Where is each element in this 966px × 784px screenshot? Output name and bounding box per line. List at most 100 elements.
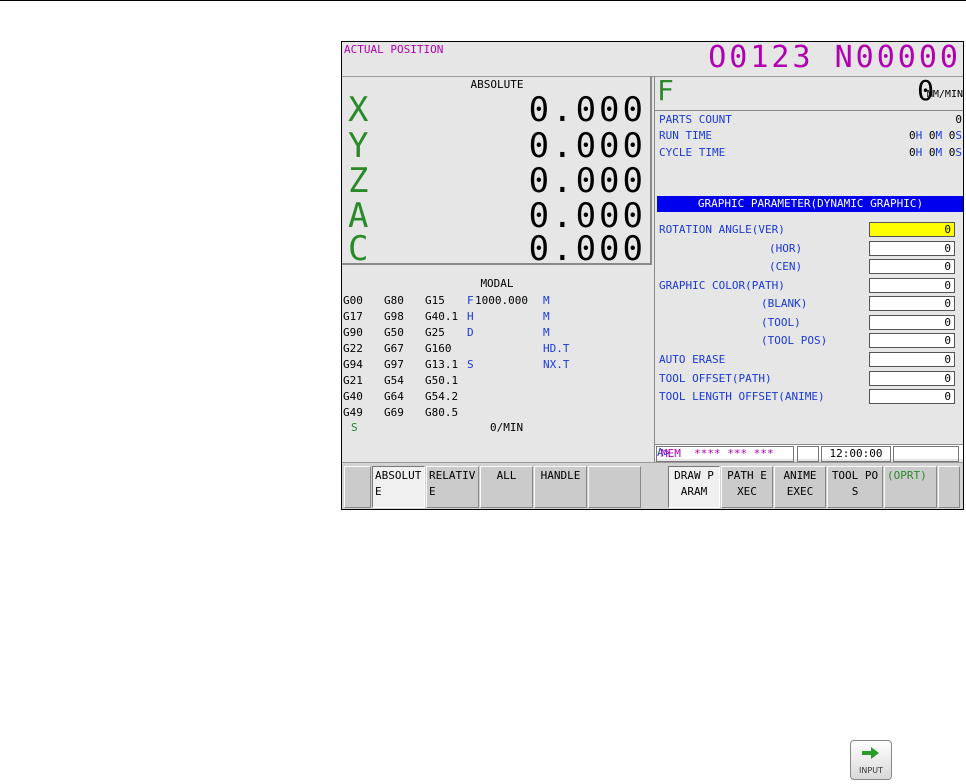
param-input-color-tool-pos[interactable]: 0 bbox=[869, 333, 955, 348]
axis-row-c: C 0.000 bbox=[342, 229, 648, 269]
param-input-tool-offset-path[interactable]: 0 bbox=[869, 371, 955, 386]
feed-unit: MM/MIN bbox=[926, 89, 963, 100]
modal-code: G40 bbox=[343, 390, 363, 403]
modal-code: G80 bbox=[384, 294, 404, 307]
status-stars: **** *** *** bbox=[694, 447, 774, 460]
modal-title: MODAL bbox=[480, 277, 514, 290]
mode-label: MEM bbox=[661, 447, 681, 460]
modal-address: M bbox=[543, 326, 550, 339]
modal-address: H bbox=[467, 310, 474, 323]
modal-code: G50.1 bbox=[425, 374, 459, 387]
run-time-value: 0H 0M 0S bbox=[909, 129, 962, 142]
modal-address: F bbox=[467, 294, 474, 307]
modal-code: G22 bbox=[343, 342, 363, 355]
modal-code: G90 bbox=[343, 326, 363, 339]
softkey-blank[interactable] bbox=[588, 466, 641, 508]
param-label: (CEN) bbox=[769, 260, 803, 273]
param-label: ROTATION ANGLE(VER) bbox=[659, 223, 785, 236]
run-time-label: RUN TIME bbox=[659, 129, 712, 142]
modal-code: G54 bbox=[384, 374, 404, 387]
modal-code: G67 bbox=[384, 342, 404, 355]
spindle-speed: 0/MIN bbox=[490, 421, 524, 434]
param-input-rotation-ver[interactable]: 0 bbox=[869, 222, 955, 237]
parts-count-label: PARTS COUNT bbox=[659, 113, 732, 126]
feed-value: 1000.000 bbox=[475, 294, 528, 307]
softkey-absolute[interactable]: ABSOLUTE bbox=[372, 466, 425, 508]
right-panel: F 0 MM/MIN PARTS COUNT 0 RUN TIME 0H 0M … bbox=[654, 74, 963, 462]
graphic-parameter-title: GRAPHIC PARAMETER(DYNAMIC GRAPHIC) bbox=[657, 196, 963, 212]
axis-value: 0.000 bbox=[528, 229, 646, 269]
param-label: TOOL LENGTH OFFSET(ANIME) bbox=[659, 390, 825, 403]
modal-code: G25 bbox=[425, 326, 445, 339]
modal-code: G50 bbox=[384, 326, 404, 339]
modal-code: G15 bbox=[425, 294, 445, 307]
modal-address: NX.T bbox=[543, 358, 570, 371]
screen-header: ACTUAL POSITION O0123 N00000 bbox=[342, 42, 963, 77]
modal-code: G160 bbox=[425, 342, 452, 355]
param-label: (BLANK) bbox=[761, 297, 808, 310]
soft-key-bar: ABSOLUTE RELATIVE ALL HANDLE DRAW PARAM … bbox=[342, 462, 963, 509]
softkey-return[interactable] bbox=[344, 466, 371, 508]
modal-code: G69 bbox=[384, 406, 404, 419]
arrow-right-icon bbox=[862, 747, 879, 759]
cycle-time-value: 0H 0M 0S bbox=[909, 146, 962, 159]
param-label: TOOL OFFSET(PATH) bbox=[659, 372, 772, 385]
status-bar: MEM **** *** *** 12:00:00 bbox=[654, 443, 963, 463]
modal-address: HD.T bbox=[543, 342, 570, 355]
modal-code: G64 bbox=[384, 390, 404, 403]
softkey-next[interactable] bbox=[938, 466, 960, 508]
modal-code: G17 bbox=[343, 310, 363, 323]
softkey-all[interactable]: ALL bbox=[480, 466, 533, 508]
clock: 12:00:00 bbox=[821, 446, 891, 462]
spindle-label: S bbox=[351, 421, 358, 434]
modal-code: G97 bbox=[384, 358, 404, 371]
divider bbox=[655, 110, 963, 111]
param-input-color-tool[interactable]: 0 bbox=[869, 315, 955, 330]
absolute-position-panel: ABSOLUTE X 0.000 Y 0.000 Z 0.000 A 0.000… bbox=[342, 76, 652, 269]
param-input-tool-length-offset[interactable]: 0 bbox=[869, 389, 955, 404]
parts-count-value: 0 bbox=[955, 113, 962, 126]
feed-label: F bbox=[657, 74, 674, 107]
status-cell bbox=[797, 446, 819, 462]
modal-address: M bbox=[543, 310, 550, 323]
input-key-button[interactable]: INPUT bbox=[850, 740, 892, 780]
softkey-anime-exec[interactable]: ANIME EXEC bbox=[774, 466, 826, 508]
modal-address: M bbox=[543, 294, 550, 307]
cnc-screen: ACTUAL POSITION O0123 N00000 ABSOLUTE X … bbox=[341, 41, 964, 510]
softkey-tool-pos[interactable]: TOOL POS bbox=[827, 466, 883, 508]
modal-code: G80.5 bbox=[425, 406, 459, 419]
param-label: (TOOL) bbox=[761, 316, 801, 329]
modal-code: G98 bbox=[384, 310, 404, 323]
modal-code: G13.1 bbox=[425, 358, 459, 371]
param-label: (TOOL POS) bbox=[761, 334, 828, 347]
softkey-handle[interactable]: HANDLE bbox=[534, 466, 587, 508]
modal-address: S bbox=[467, 358, 474, 371]
modal-code: G21 bbox=[343, 374, 363, 387]
modal-code: G40.1 bbox=[425, 310, 459, 323]
param-input-auto-erase[interactable]: 0 bbox=[869, 352, 955, 367]
axis-name: C bbox=[348, 229, 369, 269]
param-input-color-path[interactable]: 0 bbox=[869, 278, 955, 293]
modal-panel: MODAL G00 G80 G15 F 1000.000 M G17 G98 G… bbox=[342, 267, 652, 462]
param-input-rotation-cen[interactable]: 0 bbox=[869, 259, 955, 274]
program-number: O0123 N00000 bbox=[708, 41, 961, 75]
modal-code: G94 bbox=[343, 358, 363, 371]
param-input-color-blank[interactable]: 0 bbox=[869, 296, 955, 311]
screen-title: ACTUAL POSITION bbox=[344, 43, 444, 56]
softkey-oprt[interactable]: (OPRT) bbox=[884, 466, 937, 508]
modal-code: G49 bbox=[343, 406, 363, 419]
modal-code: G00 bbox=[343, 294, 363, 307]
param-label: GRAPHIC COLOR(PATH) bbox=[659, 279, 785, 292]
cycle-time-label: CYCLE TIME bbox=[659, 146, 726, 159]
status-cell bbox=[893, 446, 959, 462]
param-input-rotation-hor[interactable]: 0 bbox=[869, 241, 955, 256]
softkey-relative[interactable]: RELATIVE bbox=[426, 466, 479, 508]
param-label: (HOR) bbox=[769, 242, 803, 255]
mode-status: MEM **** *** *** bbox=[656, 446, 794, 462]
softkey-draw-param[interactable]: DRAW PARAM bbox=[668, 466, 720, 508]
modal-address: D bbox=[467, 326, 474, 339]
modal-code: G54.2 bbox=[425, 390, 459, 403]
param-label: AUTO ERASE bbox=[659, 353, 726, 366]
top-rule bbox=[0, 0, 966, 1]
softkey-path-exec[interactable]: PATH EXEC bbox=[721, 466, 773, 508]
